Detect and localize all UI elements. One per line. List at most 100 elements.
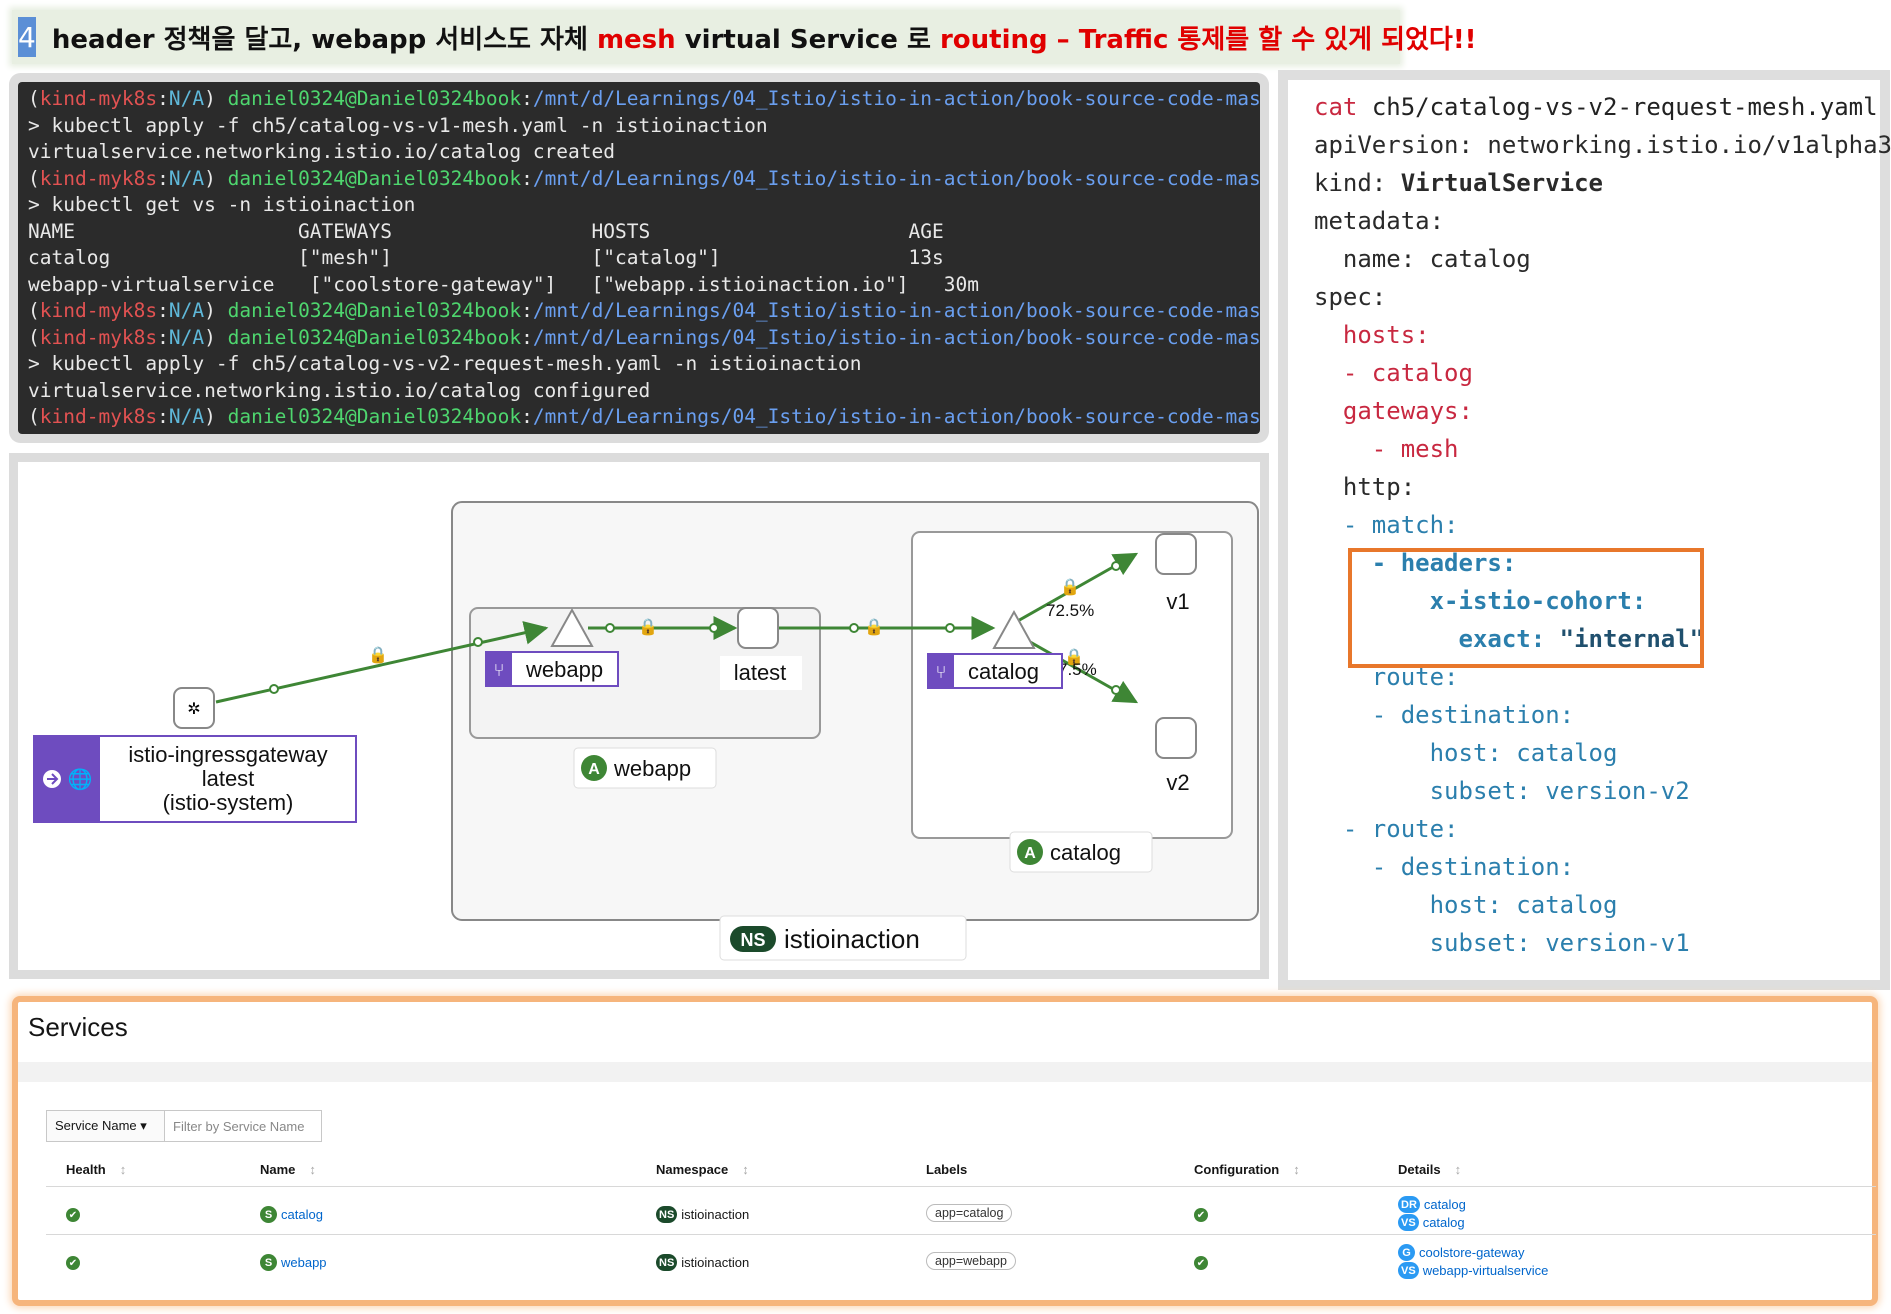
traffic-pct-v2: 7.5% (1058, 660, 1097, 679)
prompt-sep: : (157, 405, 169, 428)
catalog-v2-node[interactable] (1155, 717, 1197, 759)
terminal-window[interactable]: (kind-myk8s:N/A) daniel0324@Daniel0324bo… (18, 82, 1260, 434)
gateway-name: istio-ingressgateway (128, 742, 327, 767)
sort-icon[interactable]: ↕ (742, 1162, 749, 1177)
service-link[interactable]: catalog (281, 1207, 323, 1222)
label-chip[interactable]: app=catalog (926, 1204, 1013, 1222)
banner-title-highlight: mesh (596, 24, 676, 55)
terminal-prompt: (kind-myk8s:N/A) daniel0324@Daniel0324bo… (28, 86, 1260, 113)
svg-text:🔒: 🔒 (1060, 578, 1080, 596)
yaml-line: http: (1314, 473, 1416, 501)
webapp-service-name: webapp (525, 657, 603, 682)
app-badge: A (1024, 845, 1036, 862)
sort-icon[interactable]: ↕ (1293, 1162, 1300, 1177)
label-chip[interactable]: app=webapp (926, 1252, 1016, 1270)
prompt-namespace: N/A (168, 166, 205, 190)
prompt-path: /mnt/d/Learnings/04_Istio/istio-in-actio… (532, 405, 1260, 428)
ns-badge: NS (740, 930, 765, 950)
prompt-paren: ( (28, 299, 40, 322)
graph-canvas: 🔒🔒 🔒🔒🔒 72.5% 7.5% ✲ 🌐 istio-ingressgatewa… (33, 501, 1259, 961)
gateway-badge: G (1398, 1244, 1415, 1261)
namespace-value: istioinaction (681, 1207, 750, 1222)
prompt-sep: : (157, 299, 169, 322)
col-header-label: Details (1398, 1162, 1441, 1177)
step-number: 4 (18, 17, 36, 57)
detail-link[interactable]: catalog (1423, 1215, 1465, 1230)
prompt-user: daniel0324@Daniel0324book (227, 325, 522, 349)
app-badge: A (588, 761, 600, 778)
prompt-namespace: N/A (168, 325, 205, 349)
terminal-line: webapp-virtualservice ["coolstore-gatewa… (28, 272, 979, 296)
prompt-paren: ( (28, 166, 40, 190)
col-header-namespace[interactable]: Namespace ↕ (656, 1162, 749, 1177)
gateway-node-icon: ✲ (187, 701, 200, 718)
yaml-line: - match: (1314, 511, 1459, 539)
col-header-configuration[interactable]: Configuration ↕ (1194, 1162, 1300, 1177)
service-badge: S (260, 1254, 277, 1271)
v2-label: v2 (1166, 770, 1189, 795)
yaml-value: VirtualService (1400, 169, 1603, 197)
terminal-line: > kubectl apply -f ch5/catalog-vs-v1-mes… (28, 113, 768, 137)
filter-type-select[interactable]: Service Name ▾ (47, 1111, 165, 1141)
yaml-line: subset: version-v1 (1314, 929, 1690, 957)
col-header-details[interactable]: Details ↕ (1398, 1162, 1461, 1177)
prompt-context: kind-myk8s (39, 299, 158, 322)
prompt-paren: ( (28, 405, 40, 428)
sort-icon[interactable]: ↕ (309, 1162, 316, 1177)
yaml-line: subset: version-v2 (1314, 777, 1690, 805)
prompt-namespace: N/A (168, 405, 205, 428)
prompt-context: kind-myk8s (39, 87, 158, 110)
prompt-sep: : (521, 166, 533, 190)
prompt-paren: ( (28, 325, 40, 349)
prompt-sep: : (521, 299, 533, 322)
headers-highlight-box (1348, 548, 1704, 668)
terminal-line: NAME GATEWAYS HOSTS AGE (28, 219, 944, 243)
webapp-latest-node[interactable] (737, 607, 779, 649)
col-header-labels: Labels (926, 1162, 967, 1177)
prompt-namespace: N/A (168, 87, 205, 110)
sort-icon[interactable]: ↕ (1455, 1162, 1462, 1177)
prompt-user: daniel0324@Daniel0324book (227, 166, 522, 190)
svg-text:🔒: 🔒 (368, 646, 388, 664)
col-header-label: Configuration (1194, 1162, 1280, 1177)
dr-badge: DR (1398, 1196, 1420, 1213)
catalog-v1-node[interactable] (1155, 533, 1197, 575)
svg-text:🔒: 🔒 (864, 618, 884, 636)
health-ok-icon: ✔ (66, 1208, 80, 1222)
service-link[interactable]: webapp (281, 1255, 327, 1270)
kiali-graph[interactable]: 🔒 🔒 🔒 🔒 🔒 72.5% 7.5% ✲ 🌐 istio-ingressgatewa… (18, 462, 1260, 970)
v1-label: v1 (1166, 589, 1189, 614)
banner-title-part: virtual Service 로 (675, 24, 940, 55)
detail-link[interactable]: coolstore-gateway (1419, 1245, 1525, 1260)
detail-link[interactable]: webapp-virtualservice (1423, 1263, 1549, 1278)
col-header-label: Name (260, 1162, 296, 1177)
yaml-line: - destination: (1314, 853, 1575, 881)
col-header-name[interactable]: Name ↕ (260, 1162, 316, 1177)
yaml-line: - destination: (1314, 701, 1575, 729)
prompt-sep: : (157, 166, 169, 190)
col-header-label: Health (66, 1162, 106, 1177)
yaml-line: gateways: (1314, 397, 1473, 425)
detail-link[interactable]: catalog (1424, 1197, 1466, 1212)
prompt-sep: : (157, 87, 169, 110)
yaml-line: host: catalog (1314, 739, 1618, 767)
health-ok-icon: ✔ (66, 1256, 80, 1270)
prompt-paren: ) (204, 325, 228, 349)
filter-bar: Service Name ▾ Filter by Service Name (46, 1110, 322, 1142)
col-header-health[interactable]: Health ↕ (66, 1162, 126, 1177)
terminal-line: virtualservice.networking.istio.io/catal… (28, 378, 651, 402)
prompt-paren: ) (204, 299, 228, 322)
yaml-cat: cat (1314, 93, 1358, 121)
prompt-sep: : (157, 325, 169, 349)
terminal-line: virtualservice.networking.istio.io/catal… (28, 140, 615, 163)
yaml-line: hosts: (1314, 321, 1430, 349)
col-header-label: Namespace (656, 1162, 729, 1177)
terminal-prompt: (kind-myk8s:N/A) daniel0324@Daniel0324bo… (28, 404, 1260, 431)
latest-label: latest (734, 660, 787, 685)
config-ok-icon: ✔ (1194, 1256, 1208, 1270)
terminal-line: > kubectl apply -f ch5/catalog-vs-v2-req… (28, 352, 862, 375)
prompt-paren: ( (28, 87, 40, 110)
sort-icon[interactable]: ↕ (120, 1162, 127, 1177)
ns-badge: NS (656, 1206, 678, 1223)
filter-input[interactable]: Filter by Service Name (165, 1111, 321, 1141)
